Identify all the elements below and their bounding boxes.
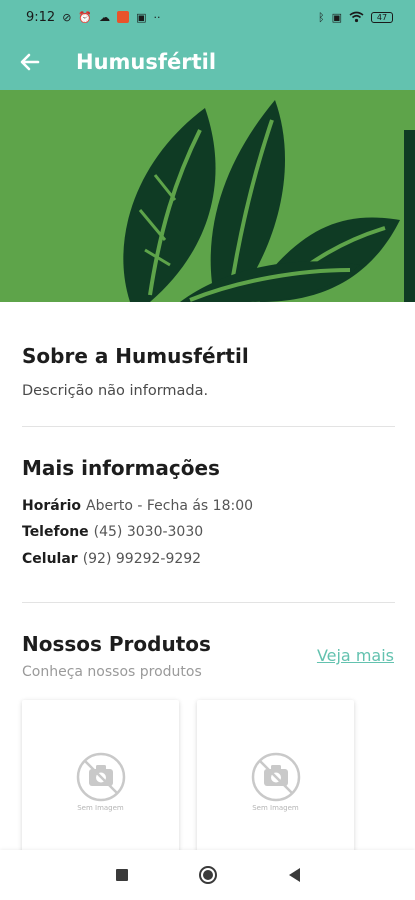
products-subtitle: Conheça nossos produtos xyxy=(22,664,202,680)
screen-icon: ▣ xyxy=(136,10,147,24)
leaf-logo-icon xyxy=(123,100,415,302)
status-right: ᛒ ▣ 47 xyxy=(318,11,393,23)
mobile-row[interactable]: Celular (92) 99292-9292 xyxy=(22,551,201,567)
no-image-icon xyxy=(251,752,300,802)
cloud-icon: ☁ xyxy=(99,10,111,24)
hours-label: Horário xyxy=(22,498,82,514)
nav-recents-icon xyxy=(115,869,128,881)
mobile-value[interactable]: (92) 99292-9292 xyxy=(83,551,201,567)
wifi-icon xyxy=(349,11,364,23)
product-card[interactable]: Sem Imagem xyxy=(22,700,179,860)
hours-row: Horário Aberto - Fecha ás 18:00 xyxy=(22,498,253,514)
more-info-title: Mais informações xyxy=(22,456,220,480)
bluetooth-icon: ᛒ xyxy=(317,10,325,24)
hours-value: Aberto - Fecha ás 18:00 xyxy=(86,498,254,514)
phone-value[interactable]: (45) 3030-3030 xyxy=(94,524,204,540)
more-notifications-icon: ·· xyxy=(153,10,161,24)
product-card[interactable]: Sem Imagem xyxy=(197,700,354,860)
divider xyxy=(22,602,395,603)
status-time: 9:12 xyxy=(26,9,56,25)
divider xyxy=(22,426,395,427)
app-notification-icon xyxy=(117,11,130,23)
about-description: Descrição não informada. xyxy=(22,383,209,399)
nav-home-icon xyxy=(198,866,217,884)
back-arrow-icon xyxy=(20,53,40,71)
battery-level: 47 xyxy=(376,12,388,22)
status-bar: 9:12 ⊘ ⏰ ☁ ▣ ·· ᛒ ▣ 47 xyxy=(0,0,415,34)
status-left: 9:12 ⊘ ⏰ ☁ ▣ ·· xyxy=(26,10,161,25)
phone-row[interactable]: Telefone (45) 3030-3030 xyxy=(22,524,203,540)
nav-back-icon xyxy=(288,868,300,882)
app-bar: Humusfértil xyxy=(0,34,415,90)
page-title: Humusfértil xyxy=(76,50,217,74)
no-image-label: Sem Imagem xyxy=(252,804,299,812)
no-image-label: Sem Imagem xyxy=(77,804,124,812)
battery-icon: 47 xyxy=(371,11,393,23)
system-nav-bar xyxy=(0,850,415,900)
about-title: Sobre a Humusfértil xyxy=(22,344,249,368)
recents-button[interactable] xyxy=(79,850,165,900)
sim-icon: ▣ xyxy=(331,10,342,24)
phone-label: Telefone xyxy=(22,524,89,540)
back-button[interactable] xyxy=(0,34,60,90)
home-button[interactable] xyxy=(165,850,251,900)
system-back-button[interactable] xyxy=(251,850,337,900)
store-banner-image xyxy=(0,90,415,302)
no-image-icon xyxy=(76,752,125,802)
see-more-link[interactable]: Veja mais xyxy=(317,646,394,665)
products-title: Nossos Produtos xyxy=(22,632,211,656)
sync-icon: ⊘ xyxy=(62,10,72,24)
alarm-icon: ⏰ xyxy=(78,10,93,24)
mobile-label: Celular xyxy=(22,551,78,567)
